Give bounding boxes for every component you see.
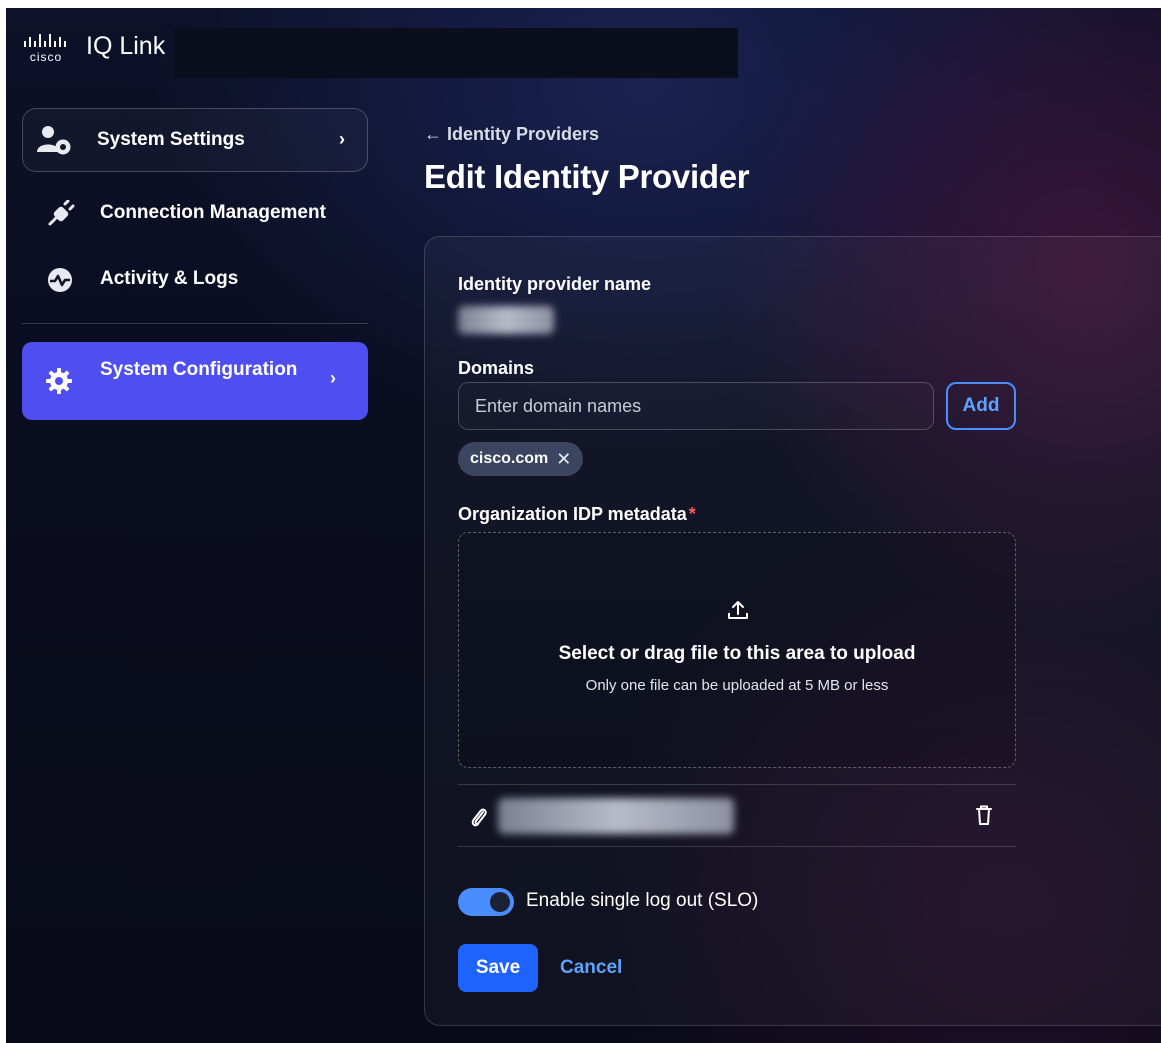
redacted-idp-name [458, 306, 554, 334]
sidebar-item-system-settings[interactable]: System Settings › [22, 108, 368, 172]
user-gear-icon [37, 125, 71, 160]
paperclip-icon [470, 806, 488, 833]
toggle-knob [490, 892, 510, 912]
cancel-button[interactable]: Cancel [554, 944, 628, 992]
domain-chip-label: cisco.com [470, 450, 549, 467]
gear-icon [46, 368, 72, 399]
page-title: Edit Identity Provider [424, 158, 750, 195]
sidebar-item-label: System Settings [97, 129, 245, 150]
file-row-divider [458, 784, 1016, 785]
app-window: cisco IQ Link System Settings › Connecti… [6, 8, 1161, 1043]
chevron-right-icon: › [339, 129, 345, 149]
close-icon[interactable]: ✕ [556, 449, 571, 470]
redacted-header-area [174, 28, 738, 78]
upload-instruction: Select or drag file to this area to uplo… [558, 643, 916, 664]
cisco-logo-text: cisco [29, 50, 63, 64]
required-marker: * [688, 504, 696, 524]
slo-toggle-label: Enable single log out (SLO) [526, 890, 759, 911]
activity-icon [46, 266, 74, 299]
upload-size-hint: Only one file can be uploaded at 5 MB or… [585, 677, 889, 694]
idp-name-label: Identity provider name [458, 274, 652, 294]
slo-toggle[interactable] [458, 888, 514, 916]
cisco-logo: cisco [20, 32, 72, 64]
back-to-identity-providers-link[interactable]: ← Identity Providers [424, 124, 599, 145]
add-domain-button[interactable]: Add [946, 382, 1016, 430]
save-button[interactable]: Save [458, 944, 538, 992]
redacted-file-name [498, 798, 734, 834]
sidebar-item-label: System Configuration [100, 359, 298, 380]
upload-icon [727, 599, 749, 626]
sidebar-item-connection-management[interactable]: Connection Management [22, 188, 368, 238]
app-title: IQ Link [86, 32, 166, 60]
chevron-right-icon: › [330, 368, 336, 388]
file-row-divider [458, 846, 1016, 847]
domain-chip: cisco.com ✕ [458, 442, 584, 476]
sidebar-item-activity-logs[interactable]: Activity & Logs [22, 254, 368, 304]
sidebar-item-system-configuration[interactable]: System Configuration › [22, 342, 368, 420]
sidebar-item-label: Activity & Logs [100, 268, 239, 289]
domain-names-input[interactable] [458, 382, 934, 430]
plug-icon [46, 199, 76, 233]
sidebar-divider [22, 323, 368, 324]
sidebar-item-label: Connection Management [100, 202, 326, 223]
file-upload-dropzone[interactable]: Select or drag file to this area to uplo… [458, 532, 1016, 768]
delete-file-icon[interactable] [974, 804, 994, 831]
idp-metadata-label-text: Organization IDP metadata [458, 504, 687, 524]
domains-label: Domains [458, 358, 535, 378]
idp-metadata-label: Organization IDP metadata * [458, 504, 696, 525]
